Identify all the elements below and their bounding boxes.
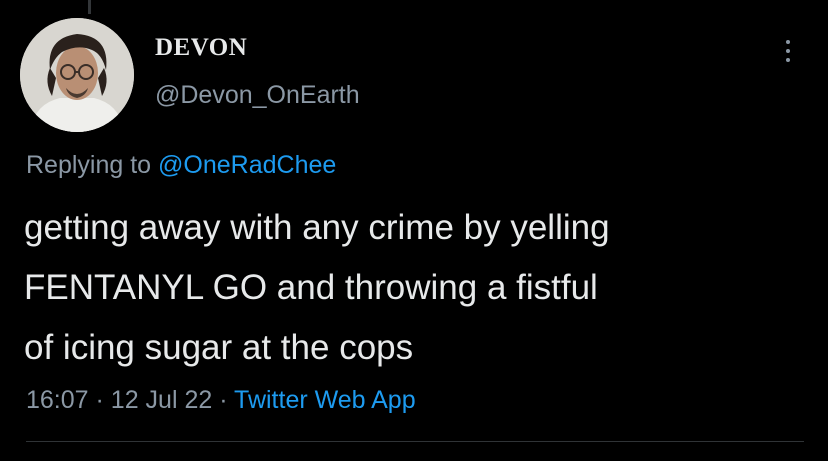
more-options-icon[interactable] [776,34,800,68]
meta-separator: · [219,386,228,414]
avatar[interactable] [20,18,134,132]
tweet-text: getting away with any crime by yelling F… [24,198,814,378]
tweet-time[interactable]: 16:07 [26,386,89,414]
tweet-text-line: of icing sugar at the cops [24,328,414,367]
tweet-text-line: getting away with any crime by yelling [24,208,610,247]
reply-mention-link[interactable]: @OneRadChee [158,151,336,179]
author-display-name[interactable]: DEVON [155,34,247,62]
tweet-date[interactable]: 12 Jul 22 [111,386,212,414]
more-dot [786,40,790,44]
replying-to-label: Replying to [26,151,152,179]
divider [26,441,804,442]
tweet-metadata: 16:07 · 12 Jul 22 · Twitter Web App [26,386,416,415]
meta-separator: · [95,386,104,414]
tweet-text-line: FENTANYL GO and throwing a fistful [24,268,598,307]
thread-connector-line [88,0,91,14]
profile-photo-icon [20,18,134,132]
tweet-source-link[interactable]: Twitter Web App [234,386,416,414]
more-dot [786,49,790,53]
more-dot [786,58,790,62]
replying-to-line: Replying to @OneRadChee [26,151,336,180]
author-handle[interactable]: @Devon_OnEarth [155,81,360,110]
